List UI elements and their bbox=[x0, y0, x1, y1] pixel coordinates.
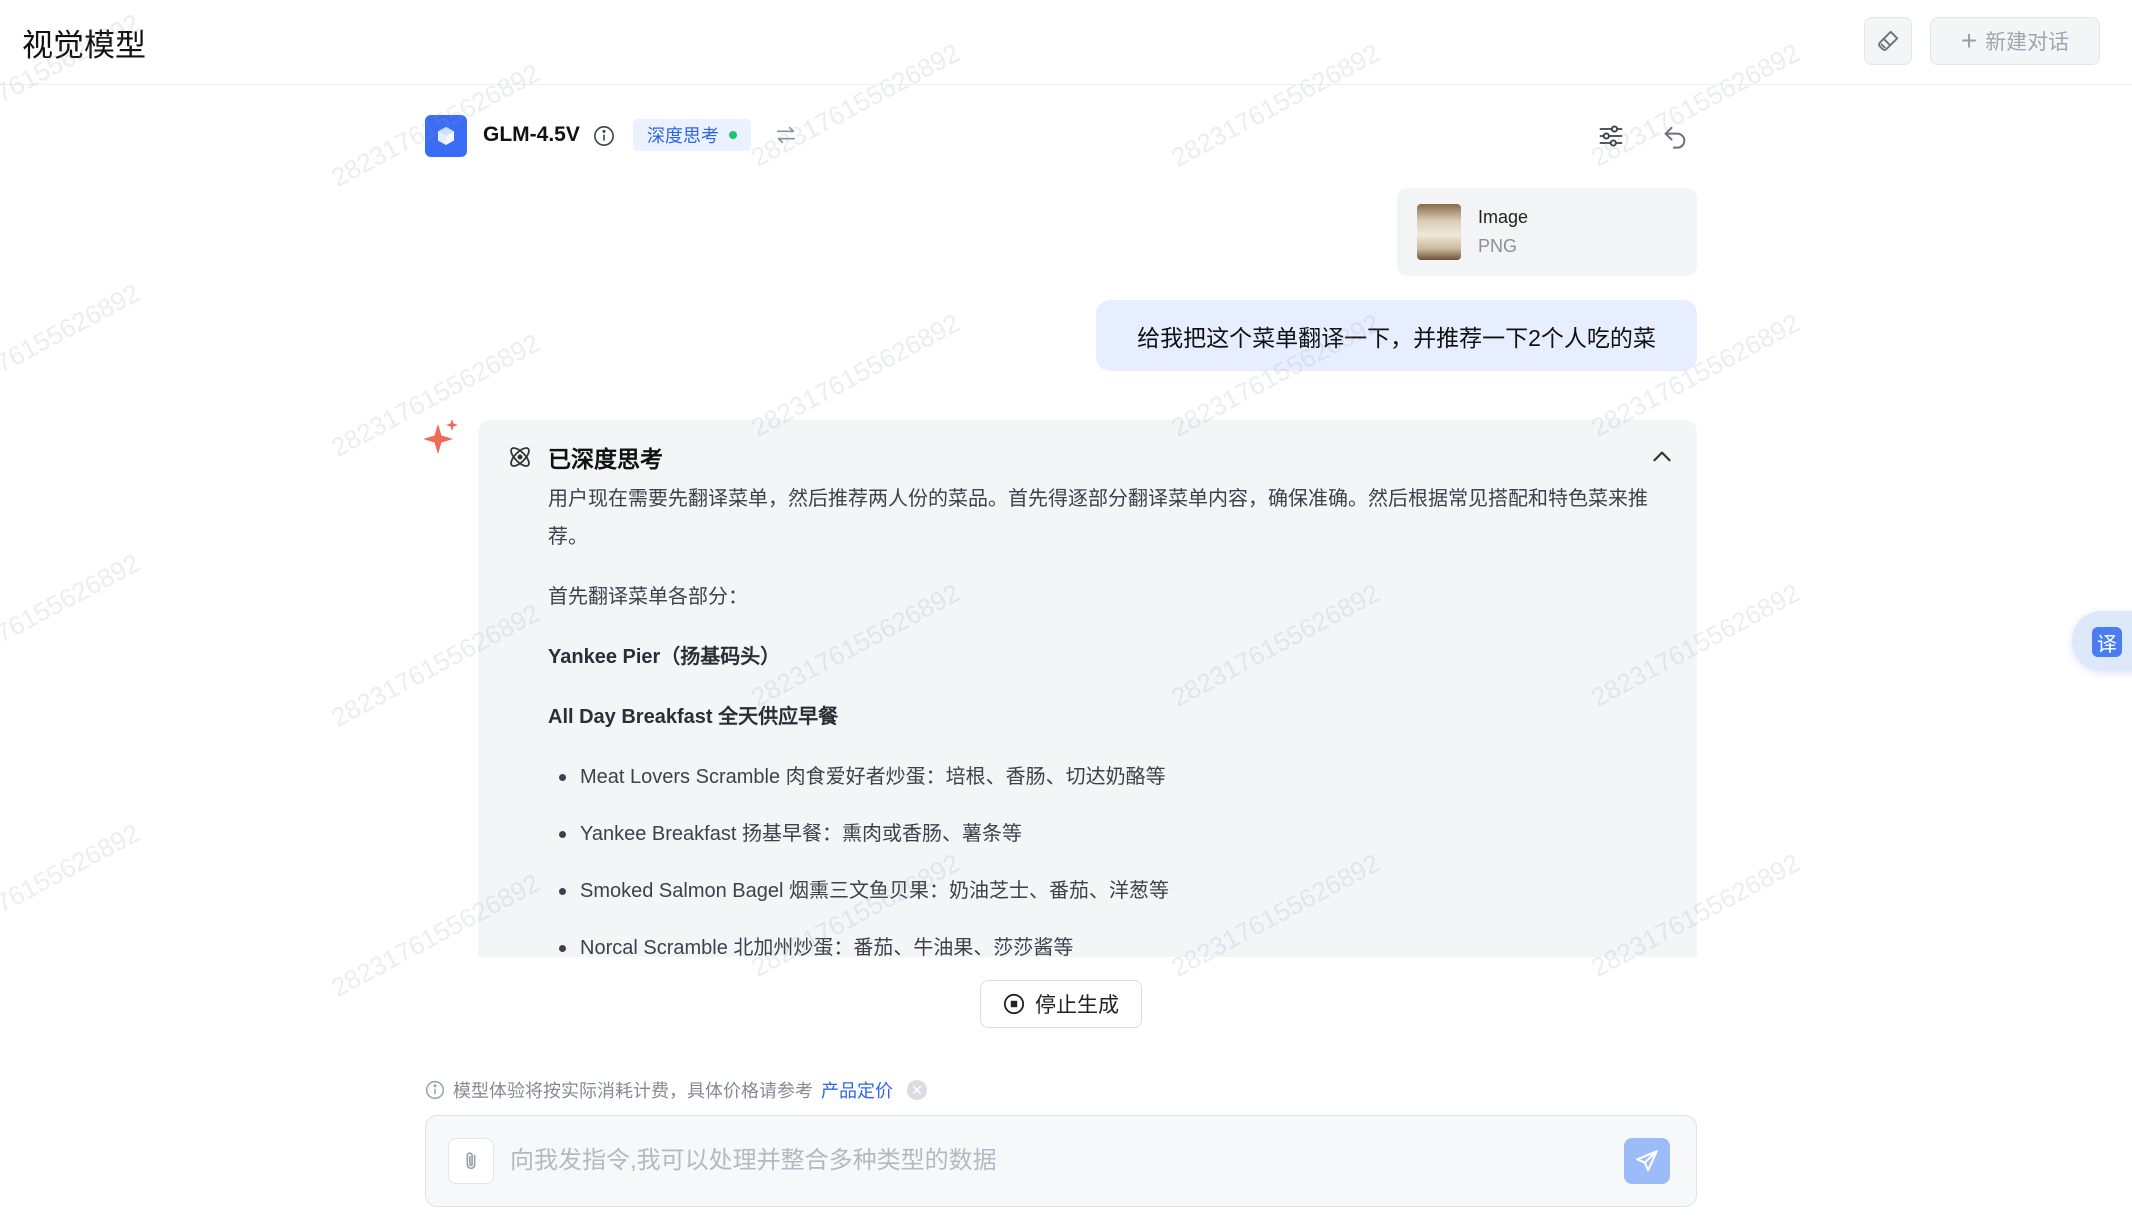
new-chat-label: 新建对话 bbox=[1985, 31, 2070, 54]
thinking-title: 已深度思考 bbox=[548, 446, 663, 472]
thinking-panel: 已深度思考 用户现在需要先翻译菜单，然后推荐两人份的菜品。首先得逐部分翻译菜单内… bbox=[478, 420, 1697, 957]
plus-icon: + bbox=[1960, 25, 1978, 56]
image-thumbnail bbox=[1417, 204, 1461, 260]
list-item: Norcal Scramble 北加州炒蛋：番茄、牛油果、莎莎酱等 bbox=[548, 929, 1668, 957]
send-button[interactable] bbox=[1624, 1138, 1670, 1184]
attachment-name: Image bbox=[1478, 207, 1529, 227]
menu-item-list: Meat Lovers Scramble 肉食爱好者炒蛋：培根、香肠、切达奶酪等… bbox=[548, 758, 1668, 957]
info-icon bbox=[425, 1080, 445, 1100]
attachment-card[interactable]: Image PNG bbox=[1397, 188, 1697, 276]
brush-icon bbox=[1878, 30, 1899, 51]
watermark: 2823176155626892 bbox=[0, 277, 145, 413]
new-chat-button[interactable]: + 新建对话 bbox=[1930, 17, 2100, 65]
swap-icon[interactable] bbox=[775, 124, 797, 146]
cube-icon bbox=[438, 127, 454, 145]
atom-icon bbox=[510, 447, 530, 467]
pricing-link[interactable]: 产品定价 bbox=[821, 1077, 893, 1103]
clear-brush-button[interactable] bbox=[1864, 17, 1912, 65]
thinking-place: Yankee Pier（扬基码头） bbox=[548, 646, 781, 668]
chat-input-box bbox=[425, 1115, 1697, 1207]
model-name[interactable]: GLM-4.5V bbox=[483, 123, 580, 147]
model-logo bbox=[425, 115, 467, 157]
attachment-type: PNG bbox=[1478, 236, 1518, 256]
watermark: 2823176155626892 bbox=[0, 817, 145, 953]
deep-think-tag[interactable]: 深度思考 bbox=[633, 119, 751, 151]
chat-input[interactable] bbox=[508, 1140, 1512, 1182]
undo-icon[interactable] bbox=[1661, 122, 1689, 150]
top-bar: 视觉模型 + 新建对话 bbox=[0, 0, 2132, 85]
send-icon bbox=[1636, 1150, 1658, 1172]
close-icon[interactable]: ✕ bbox=[907, 1080, 927, 1100]
billing-notice-text: 模型体验将按实际消耗计费，具体价格请参考 bbox=[453, 1081, 813, 1101]
paperclip-icon bbox=[466, 1152, 476, 1170]
deep-think-label: 深度思考 bbox=[647, 126, 719, 146]
list-item: Yankee Breakfast 扬基早餐：熏肉或香肠、薯条等 bbox=[548, 815, 1668, 853]
model-bar: GLM-4.5V 深度思考 bbox=[425, 114, 1697, 158]
thinking-section: All Day Breakfast 全天供应早餐 bbox=[548, 706, 839, 728]
thinking-step: 首先翻译菜单各部分： bbox=[548, 586, 748, 608]
status-dot bbox=[729, 131, 737, 139]
list-item: Smoked Salmon Bagel 烟熏三文鱼贝果：奶油芝士、番茄、洋葱等 bbox=[548, 872, 1668, 910]
settings-sliders-icon[interactable] bbox=[1597, 122, 1625, 150]
list-item: Meat Lovers Scramble 肉食爱好者炒蛋：培根、香肠、切达奶酪等 bbox=[548, 758, 1668, 796]
chevron-up-icon[interactable] bbox=[1649, 444, 1675, 470]
attach-button[interactable] bbox=[448, 1138, 494, 1184]
user-message-bubble: 给我把这个菜单翻译一下，并推荐一下2个人吃的菜 bbox=[1096, 300, 1697, 371]
info-icon[interactable] bbox=[593, 125, 615, 147]
thinking-intro: 用户现在需要先翻译菜单，然后推荐两人份的菜品。首先得逐部分翻译菜单内容，确保准确… bbox=[548, 488, 1648, 548]
translate-floating-button[interactable]: 译 bbox=[2072, 611, 2132, 671]
thinking-content: 用户现在需要先翻译菜单，然后推荐两人份的菜品。首先得逐部分翻译菜单内容，确保准确… bbox=[548, 480, 1668, 957]
stop-generation-button[interactable]: 停止生成 bbox=[980, 980, 1142, 1028]
translate-icon: 译 bbox=[2092, 627, 2122, 657]
stop-generation-label: 停止生成 bbox=[1035, 994, 1119, 1017]
billing-notice: 模型体验将按实际消耗计费，具体价格请参考 产品定价 ✕ bbox=[425, 1077, 927, 1103]
thinking-header[interactable]: 已深度思考 bbox=[506, 440, 663, 474]
page-title: 视觉模型 bbox=[22, 28, 146, 63]
sparkle-icon bbox=[424, 419, 458, 454]
watermark: 2823176155626892 bbox=[0, 547, 145, 683]
stop-icon bbox=[1003, 993, 1025, 1015]
